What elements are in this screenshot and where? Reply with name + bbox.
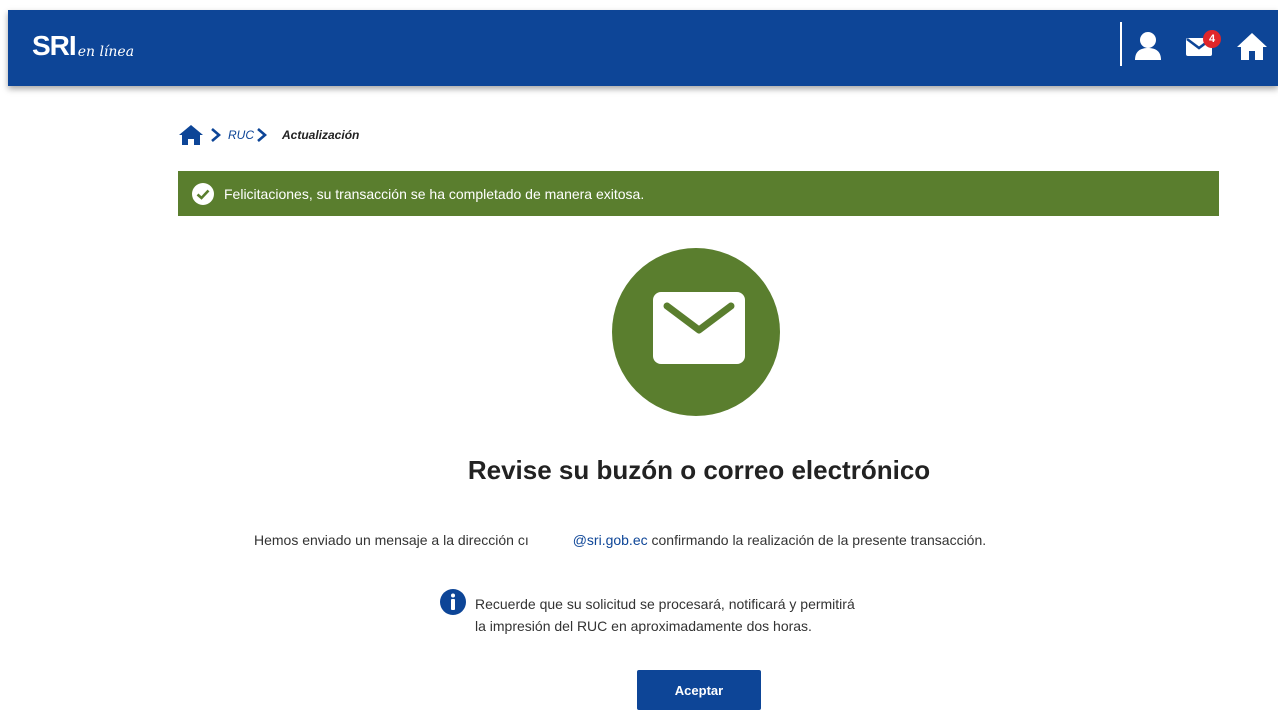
check-circle-icon <box>192 182 214 205</box>
breadcrumb-ruc-link[interactable]: RUC <box>228 128 254 142</box>
info-line-1: Recuerde que su solicitud se procesará, … <box>475 596 855 612</box>
accept-button[interactable]: Aceptar <box>637 670 761 710</box>
envelope-icon <box>653 292 745 364</box>
chevron-right-icon <box>211 128 221 142</box>
info-icon <box>440 589 466 615</box>
envelope-badge <box>612 248 780 416</box>
message-email: @sri.gob.ec <box>572 532 648 548</box>
breadcrumb: RUC Actualización <box>178 124 359 146</box>
message-suffix: confirmando la realización de la present… <box>647 532 987 548</box>
header-divider <box>1120 22 1122 66</box>
info-line-2: la impresión del RUC en aproximadamente … <box>475 618 812 634</box>
breadcrumb-current: Actualización <box>282 128 360 142</box>
home-icon[interactable] <box>1236 30 1268 62</box>
user-icon[interactable] <box>1132 30 1164 62</box>
alert-text: Felicitaciones, su transacción se ha com… <box>224 185 645 202</box>
chevron-right-icon <box>257 128 267 142</box>
sri-logo[interactable]: SRI en línea <box>32 30 135 61</box>
confirmation-message: Hemos enviado un mensaje a la dirección … <box>254 532 986 548</box>
top-header: SRI en línea 4 <box>8 10 1278 86</box>
logo-main-text: SRI <box>32 30 77 61</box>
success-alert: Felicitaciones, su transacción se ha com… <box>178 171 1219 216</box>
mail-badge: 4 <box>1203 30 1221 48</box>
message-prefix: Hemos enviado un mensaje a la dirección … <box>254 532 529 548</box>
page-title: Revise su buzón o correo electrónico <box>467 455 931 485</box>
info-note: Recuerde que su solicitud se procesará, … <box>475 593 855 637</box>
breadcrumb-home-icon[interactable] <box>178 124 204 146</box>
logo-script-text: en línea <box>77 44 135 60</box>
